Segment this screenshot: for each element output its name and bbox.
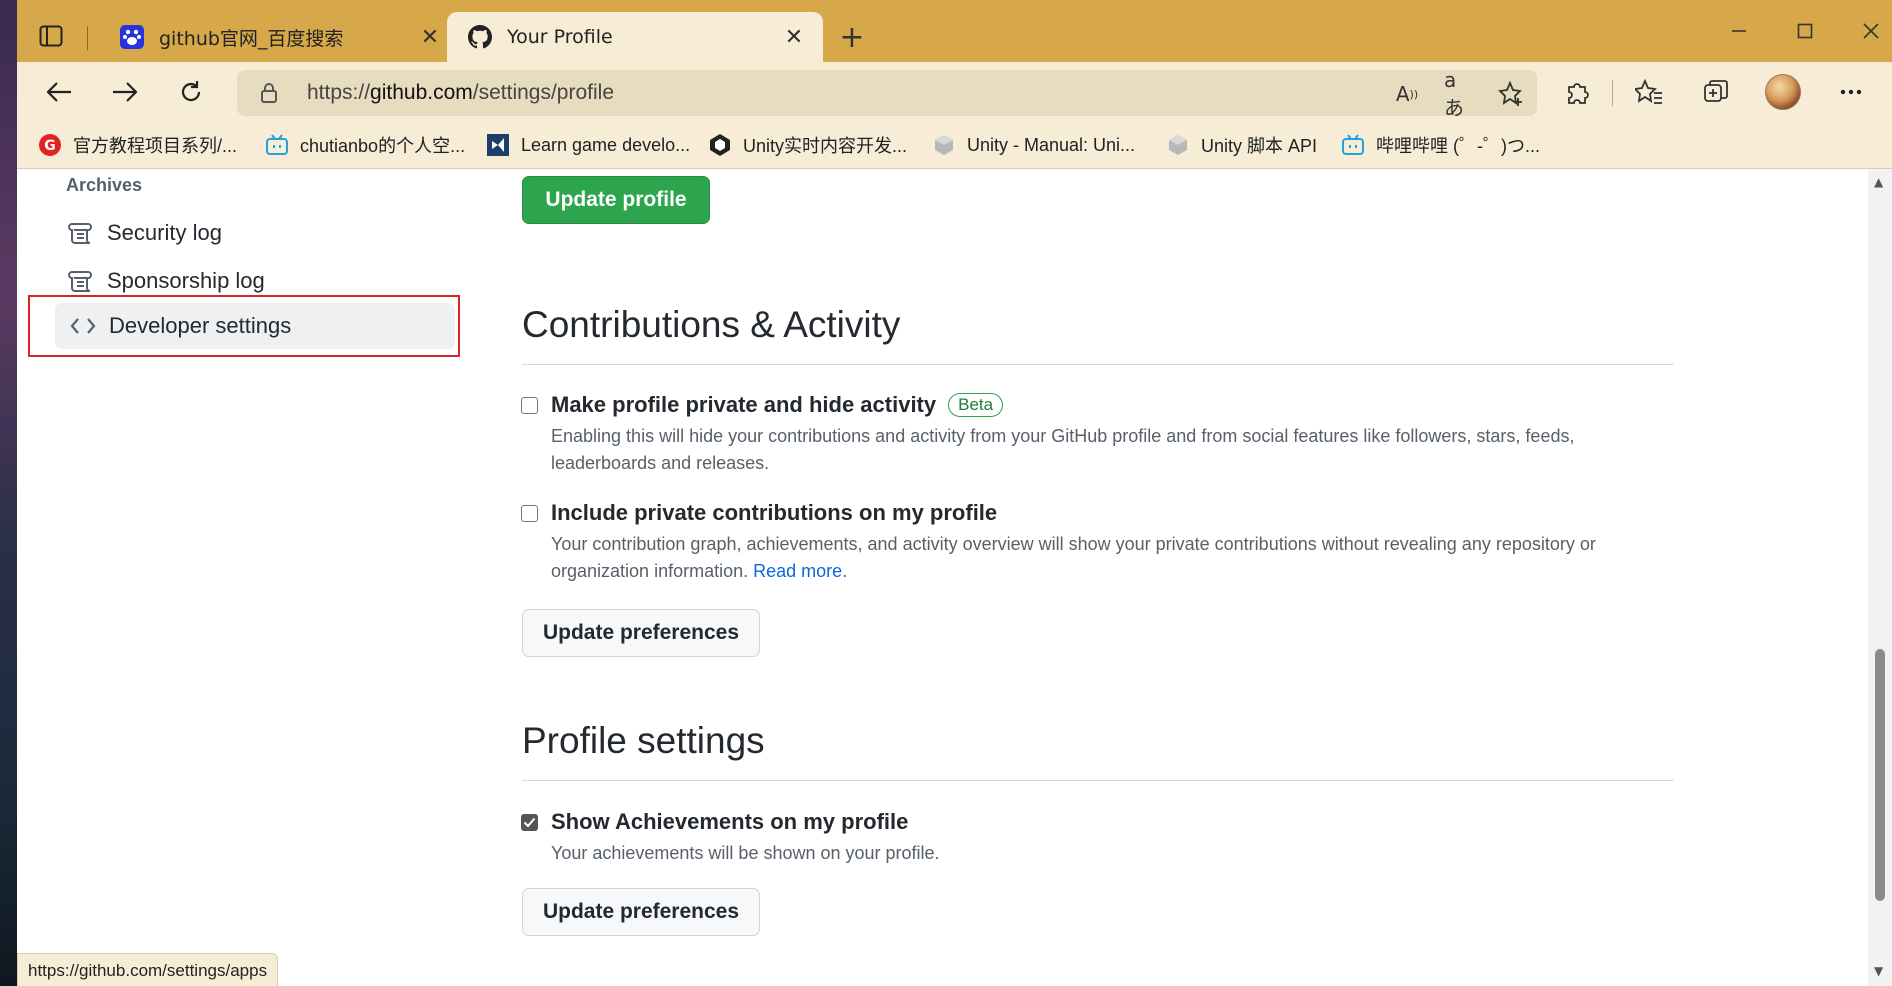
minimize-icon[interactable]: [1711, 14, 1767, 48]
toolbar-divider: [1612, 80, 1613, 106]
add-favorite-star-icon[interactable]: [1496, 79, 1526, 109]
page-content: Archives Security log Sponsorship log De…: [17, 169, 1868, 986]
unity-cube-icon: [931, 132, 957, 158]
tab-title: github官网_百度搜索: [159, 27, 344, 50]
tab-actions-icon[interactable]: [37, 22, 65, 50]
option-description-private-contributions: Your contribution graph, achievements, a…: [551, 531, 1651, 585]
checkbox-private-contributions[interactable]: [521, 505, 538, 522]
svg-text:G: G: [44, 138, 56, 154]
log-icon: [67, 219, 95, 247]
baidu-paw-icon: [119, 24, 145, 50]
bookmark-item[interactable]: Unity - Manual: Uni...: [931, 131, 1135, 159]
collections-icon[interactable]: [1696, 72, 1736, 112]
sidebar-item-label: Developer settings: [109, 313, 292, 338]
url-prefix: https://: [307, 81, 371, 104]
close-tab-icon[interactable]: ✕: [783, 25, 805, 50]
update-preferences-button-contributions[interactable]: Update preferences: [522, 609, 760, 657]
option-label-text: Make profile private and hide activity: [551, 392, 937, 417]
sidebar-item-developer-settings[interactable]: Developer settings: [55, 303, 455, 349]
section-divider: [522, 780, 1674, 781]
bookmark-label: 哔哩哔哩 (゜-゜)つ...: [1376, 136, 1540, 156]
sidebar-item-label: Security log: [107, 220, 222, 245]
description-trailing-punct: .: [842, 561, 848, 581]
favorites-list-icon[interactable]: [1629, 72, 1669, 112]
profile-avatar[interactable]: [1763, 72, 1803, 112]
new-tab-plus-icon[interactable]: +: [835, 20, 869, 55]
section-title-profile-settings: Profile settings: [522, 720, 765, 761]
desktop-wallpaper-strip: [0, 0, 17, 986]
close-tab-icon[interactable]: ✕: [419, 25, 441, 50]
tab-title: Your Profile: [507, 26, 613, 48]
code-icon: [69, 312, 97, 340]
translate-icon[interactable]: aあ: [1444, 68, 1474, 120]
sidebar-item-security-log[interactable]: Security log: [53, 210, 435, 256]
option-description-text: Your contribution graph, achievements, a…: [551, 534, 1596, 581]
beta-badge: Beta: [948, 393, 1004, 417]
section-title-contributions: Contributions & Activity: [522, 304, 901, 345]
bookmark-label: Unity 脚本 API: [1201, 136, 1318, 156]
github-octocat-icon: [467, 24, 493, 50]
avatar: [1765, 74, 1801, 110]
bookmark-item[interactable]: G 官方教程项目系列/...: [37, 131, 237, 159]
bilibili-tv-icon: [1340, 132, 1366, 158]
bilibili-tv-icon: [264, 132, 290, 158]
bookmark-label: chutianbo的个人空...: [300, 136, 466, 156]
lock-icon[interactable]: [259, 82, 279, 108]
scroll-up-arrow-icon[interactable]: ▲: [1874, 175, 1883, 189]
read-more-link[interactable]: Read more: [753, 561, 842, 581]
maximize-icon[interactable]: [1777, 14, 1833, 48]
close-window-icon[interactable]: [1843, 14, 1892, 48]
scroll-down-arrow-icon[interactable]: ▼: [1874, 964, 1883, 978]
log-icon: [67, 267, 95, 295]
tab-baidu-search[interactable]: github官网_百度搜索 ✕: [99, 12, 459, 62]
browser-window: github官网_百度搜索 ✕ Your Profile ✕ + https:/…: [17, 0, 1892, 986]
bookmark-item[interactable]: Learn game develo...: [485, 131, 690, 159]
vs-logo-icon: [485, 132, 511, 158]
section-divider: [522, 364, 1674, 365]
browser-toolbar: https://github.com/settings/profile A)) …: [17, 62, 1892, 122]
option-description-show-achievements: Your achievements will be shown on your …: [551, 843, 940, 863]
bookmark-label: Learn game develo...: [521, 134, 691, 155]
refresh-icon[interactable]: [171, 72, 211, 112]
update-preferences-button-profile[interactable]: Update preferences: [522, 888, 760, 936]
bookmark-item[interactable]: 哔哩哔哩 (゜-゜)つ...: [1340, 131, 1540, 159]
forward-arrow-icon[interactable]: [105, 72, 145, 112]
bookmark-item[interactable]: Unity实时内容开发...: [707, 131, 907, 159]
bookmark-label: 官方教程项目系列/...: [73, 136, 238, 156]
url-host: github.com: [370, 81, 473, 104]
checkbox-show-achievements[interactable]: [521, 814, 538, 831]
bookmarks-bar: G 官方教程项目系列/... chutianbo的个人空... Learn ga…: [17, 122, 1892, 169]
read-aloud-icon[interactable]: A)): [1392, 79, 1422, 109]
sidebar-item-label: Sponsorship log: [107, 268, 265, 293]
bookmark-label: Unity - Manual: Uni...: [967, 134, 1136, 155]
bookmark-item[interactable]: chutianbo的个人空...: [264, 131, 465, 159]
checkbox-private-profile[interactable]: [521, 397, 538, 414]
option-label-private-profile: Make profile private and hide activity Be…: [551, 392, 1004, 418]
tab-separator: [87, 26, 88, 50]
g-logo-icon: G: [37, 132, 63, 158]
bookmark-label: Unity实时内容开发...: [743, 136, 908, 156]
unity-cube-icon: [1165, 132, 1191, 158]
option-label-show-achievements: Show Achievements on my profile: [551, 809, 909, 834]
option-label-private-contributions: Include private contributions on my prof…: [551, 500, 998, 525]
page-scrollbar[interactable]: ▲ ▼: [1868, 169, 1892, 986]
tab-bar: github官网_百度搜索 ✕ Your Profile ✕ +: [17, 0, 1892, 62]
update-profile-button[interactable]: Update profile: [522, 176, 710, 224]
sidebar-heading-archives: Archives: [66, 175, 143, 195]
link-status-bar: https://github.com/settings/apps: [17, 953, 279, 986]
url-text[interactable]: https://github.com/settings/profile: [307, 81, 614, 105]
option-description-private-profile: Enabling this will hide your contributio…: [551, 426, 1575, 473]
extensions-puzzle-icon[interactable]: [1557, 72, 1597, 112]
address-bar[interactable]: https://github.com/settings/profile A)) …: [237, 68, 1537, 120]
tab-your-profile[interactable]: Your Profile ✕: [447, 12, 823, 62]
bookmark-item[interactable]: Unity 脚本 API: [1165, 131, 1317, 159]
checkmark-icon: [523, 817, 536, 828]
more-options-icon[interactable]: [1831, 72, 1871, 112]
url-path: /settings/profile: [472, 81, 615, 104]
unity-logo-icon: [707, 132, 733, 158]
back-arrow-icon[interactable]: [39, 72, 79, 112]
scrollbar-thumb[interactable]: [1875, 649, 1885, 901]
